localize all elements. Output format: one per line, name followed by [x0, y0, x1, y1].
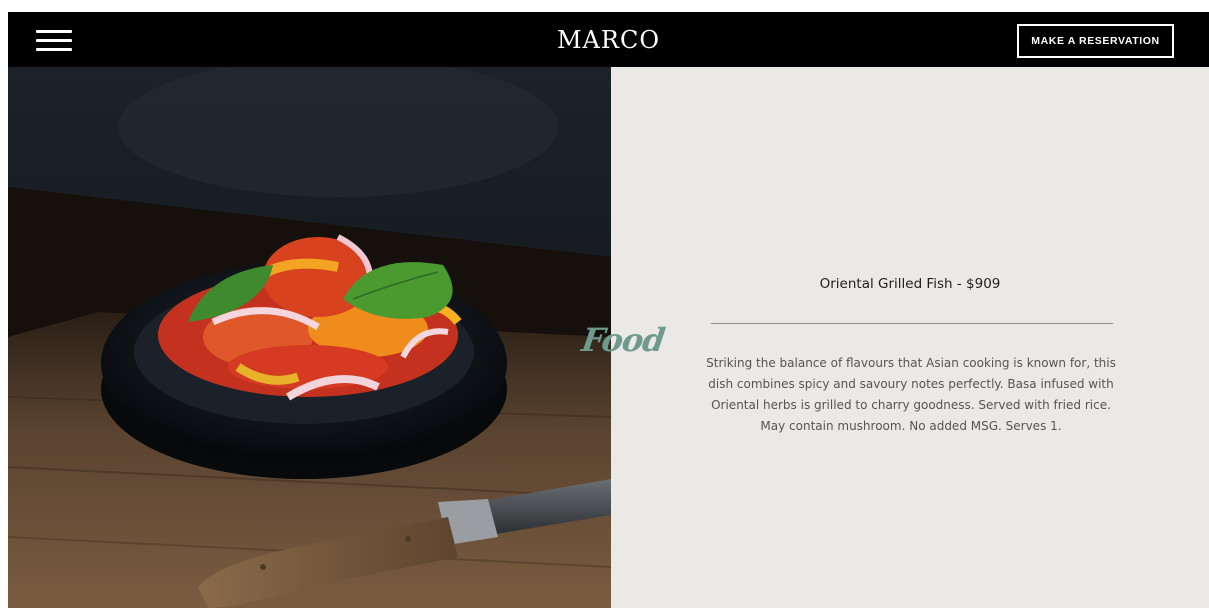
dish-photo: [8, 67, 611, 608]
food-section-label: Food: [579, 321, 667, 359]
site-header: MARCO MAKE A RESERVATION: [8, 12, 1209, 67]
page-frame: MARCO MAKE A RESERVATION Oriental Grille…: [8, 12, 1209, 608]
dish-details-panel: Oriental Grilled Fish - $909 Striking th…: [611, 67, 1209, 608]
dish-title: Oriental Grilled Fish - $909: [819, 276, 1001, 292]
dish-description: Striking the balance of flavours that As…: [706, 356, 1116, 433]
make-reservation-button[interactable]: MAKE A RESERVATION: [1017, 24, 1174, 58]
title-divider: [711, 323, 1113, 324]
